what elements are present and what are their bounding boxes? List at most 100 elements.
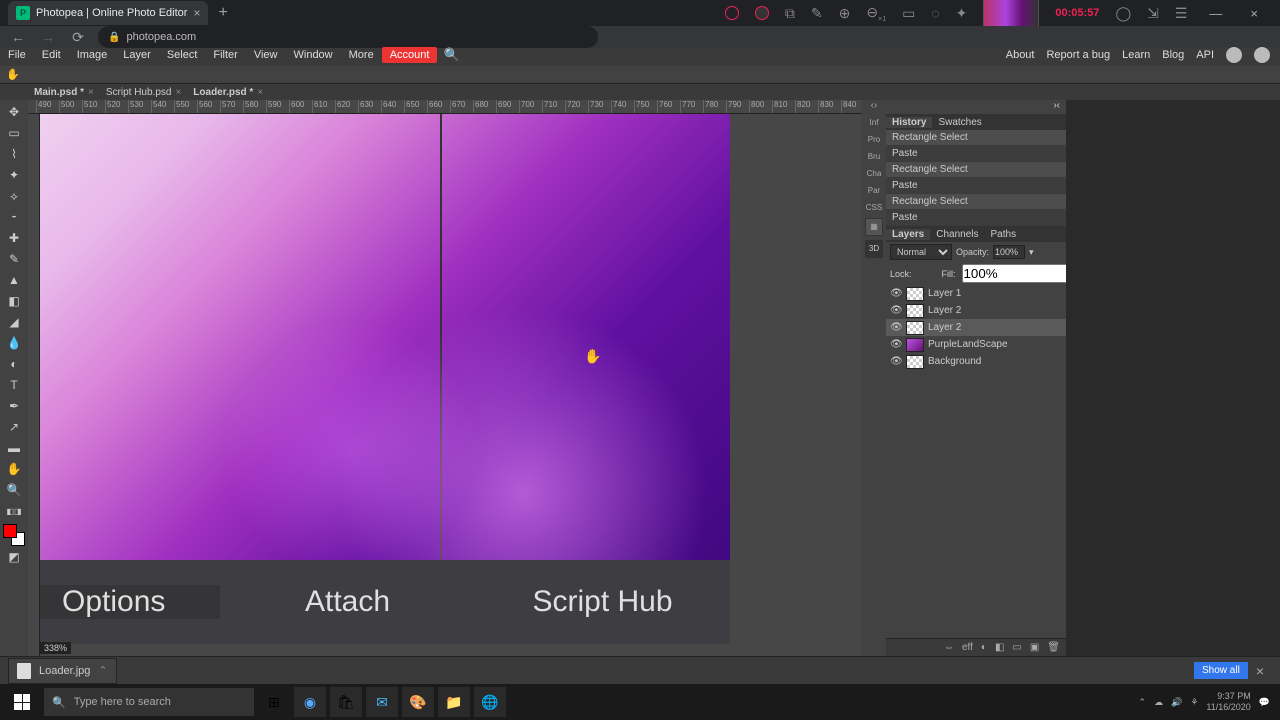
color-swatches[interactable] [3,524,25,546]
canvas-area[interactable]: 4905005105205305405505605705805906006106… [28,100,862,656]
history-item[interactable]: Rectangle Select [886,130,1066,146]
panel-character[interactable]: Cha [862,165,886,182]
close-downloads-icon[interactable]: × [1248,663,1272,679]
app-explorer-icon[interactable]: 📁 [438,687,470,717]
minimize-button[interactable]: — [1203,6,1228,21]
new-layer-icon[interactable]: ▣ [1030,642,1039,653]
heal-tool[interactable]: ✚ [3,228,25,248]
app-store-icon[interactable]: 🛍 [330,687,362,717]
recording-thumbnail[interactable] [983,0,1039,27]
gradient-tool[interactable]: ◢ [3,312,25,332]
move-tool[interactable]: ✥ [3,102,25,122]
tray-volume-icon[interactable]: 🔊 [1171,697,1182,708]
adjustment-icon[interactable]: ◧ [995,642,1004,653]
app-paint-icon[interactable]: 🎨 [402,687,434,717]
expand-icon[interactable]: ‹› [862,100,886,114]
trash-icon[interactable]: 🗑 [1047,642,1060,653]
blend-mode-select[interactable]: Normal [890,244,952,260]
menu-select[interactable]: Select [159,49,206,61]
close-icon[interactable]: × [88,87,94,98]
notifications-icon[interactable]: 💬 [1259,697,1270,708]
task-view-icon[interactable]: ⊞ [258,687,290,717]
link-learn[interactable]: Learn [1122,49,1150,61]
app-obs-icon[interactable]: ◉ [294,687,326,717]
browser-tab[interactable]: P Photopea | Online Photo Editor × [8,1,208,25]
canvas-image[interactable] [40,114,730,560]
layer-row[interactable]: 👁Layer 2 [886,319,1066,336]
visibility-icon[interactable]: 👁 [890,288,902,299]
menu-layer[interactable]: Layer [115,49,159,61]
visibility-icon[interactable]: 👁 [890,322,902,333]
crop-tool[interactable]: ⟡ [3,186,25,206]
link-icon[interactable]: ⇔ [944,642,954,653]
dropdown-icon[interactable]: ▾ [1029,247,1034,258]
link-api[interactable]: API [1196,49,1214,61]
lasso-tool[interactable]: ⌇ [3,144,25,164]
blur-tool[interactable]: 💧 [3,333,25,353]
history-item[interactable]: Paste [886,178,1066,194]
download-item[interactable]: Loader.jpg ⌃ [8,658,117,684]
type-tool[interactable]: T [3,375,25,395]
list-icon[interactable]: ☰ [1175,5,1188,22]
close-icon[interactable]: × [175,87,181,98]
close-icon[interactable]: × [257,87,263,98]
mask-icon[interactable]: ◐ [981,642,987,653]
fx-icon[interactable]: eff [962,642,973,653]
history-item[interactable]: Rectangle Select [886,162,1066,178]
tray-wifi-icon[interactable]: ⚘ [1190,697,1198,708]
app-mail-icon[interactable]: ✉ [366,687,398,717]
history-item[interactable]: Paste [886,210,1066,226]
export-icon[interactable]: ⇲ [1147,5,1159,22]
search-icon[interactable]: 🔍 [437,47,465,63]
chevron-up-icon[interactable]: ⌃ [98,664,107,677]
layer-row[interactable]: 👁PurpleLandScape [886,336,1066,353]
panel-paragraph[interactable]: Par [862,182,886,199]
account-button[interactable]: Account [382,47,438,63]
taskbar-clock[interactable]: 9:37 PM 11/16/2020 [1206,691,1250,713]
taskbar-search[interactable]: 🔍 Type here to search [44,688,254,716]
zoom-out-icon[interactable]: ⊖×1 [866,4,886,23]
back-button[interactable]: ← [8,29,28,45]
wand-tool[interactable]: ✦ [3,165,25,185]
panel-icon[interactable]: ▦ [865,218,883,236]
collapse-icon[interactable]: ›‹ [886,100,1066,114]
camera-icon[interactable]: ⧉ [785,5,795,22]
menu-file[interactable]: File [0,49,34,61]
dodge-tool[interactable]: ◐ [3,354,25,374]
doc-tab-main[interactable]: Main.psd *× [28,87,100,98]
options-cell[interactable]: Options [40,585,220,619]
doc-tab-scripthub[interactable]: Script Hub.psd× [100,87,187,98]
menu-image[interactable]: Image [69,49,116,61]
pencil-icon[interactable]: ✎ [811,5,823,22]
tab-swatches[interactable]: Swatches [932,117,987,128]
zoom-tool[interactable]: 🔍 [3,480,25,500]
tab-layers[interactable]: Layers [886,229,930,240]
layer-row[interactable]: 👁Layer 1 [886,285,1066,302]
path-tool[interactable]: ↗ [3,417,25,437]
app-chrome-icon[interactable]: 🌐 [474,687,506,717]
quickmask-tool[interactable]: ◩ [3,547,25,567]
record-icon[interactable] [725,6,739,20]
show-all-button[interactable]: Show all [1194,662,1248,679]
close-button[interactable]: × [1244,6,1264,21]
menu-filter[interactable]: Filter [205,49,245,61]
new-tab-button[interactable]: + [208,4,237,22]
link-blog[interactable]: Blog [1162,49,1184,61]
facebook-icon[interactable] [1254,47,1270,63]
marker-icon[interactable]: ◯ [1115,5,1131,22]
sparkle-icon[interactable]: ✦ [956,5,968,22]
visibility-icon[interactable]: 👁 [890,305,902,316]
panel-css[interactable]: CSS [862,199,886,216]
stamp-tool[interactable]: ▲ [3,270,25,290]
eyedropper-tool[interactable]: ⁃ [3,207,25,227]
tab-history[interactable]: History [886,117,932,128]
link-about[interactable]: About [1006,49,1035,61]
tool-icon[interactable]: ▭ [902,5,915,22]
record-stop-icon[interactable] [755,6,769,20]
hand-tool[interactable]: ✋ [3,459,25,479]
start-button[interactable] [4,687,40,717]
menu-more[interactable]: More [341,49,382,61]
zoom-in-icon[interactable]: ⊕ [839,5,851,22]
menu-view[interactable]: View [246,49,286,61]
scripthub-cell[interactable]: Script Hub [475,585,730,619]
